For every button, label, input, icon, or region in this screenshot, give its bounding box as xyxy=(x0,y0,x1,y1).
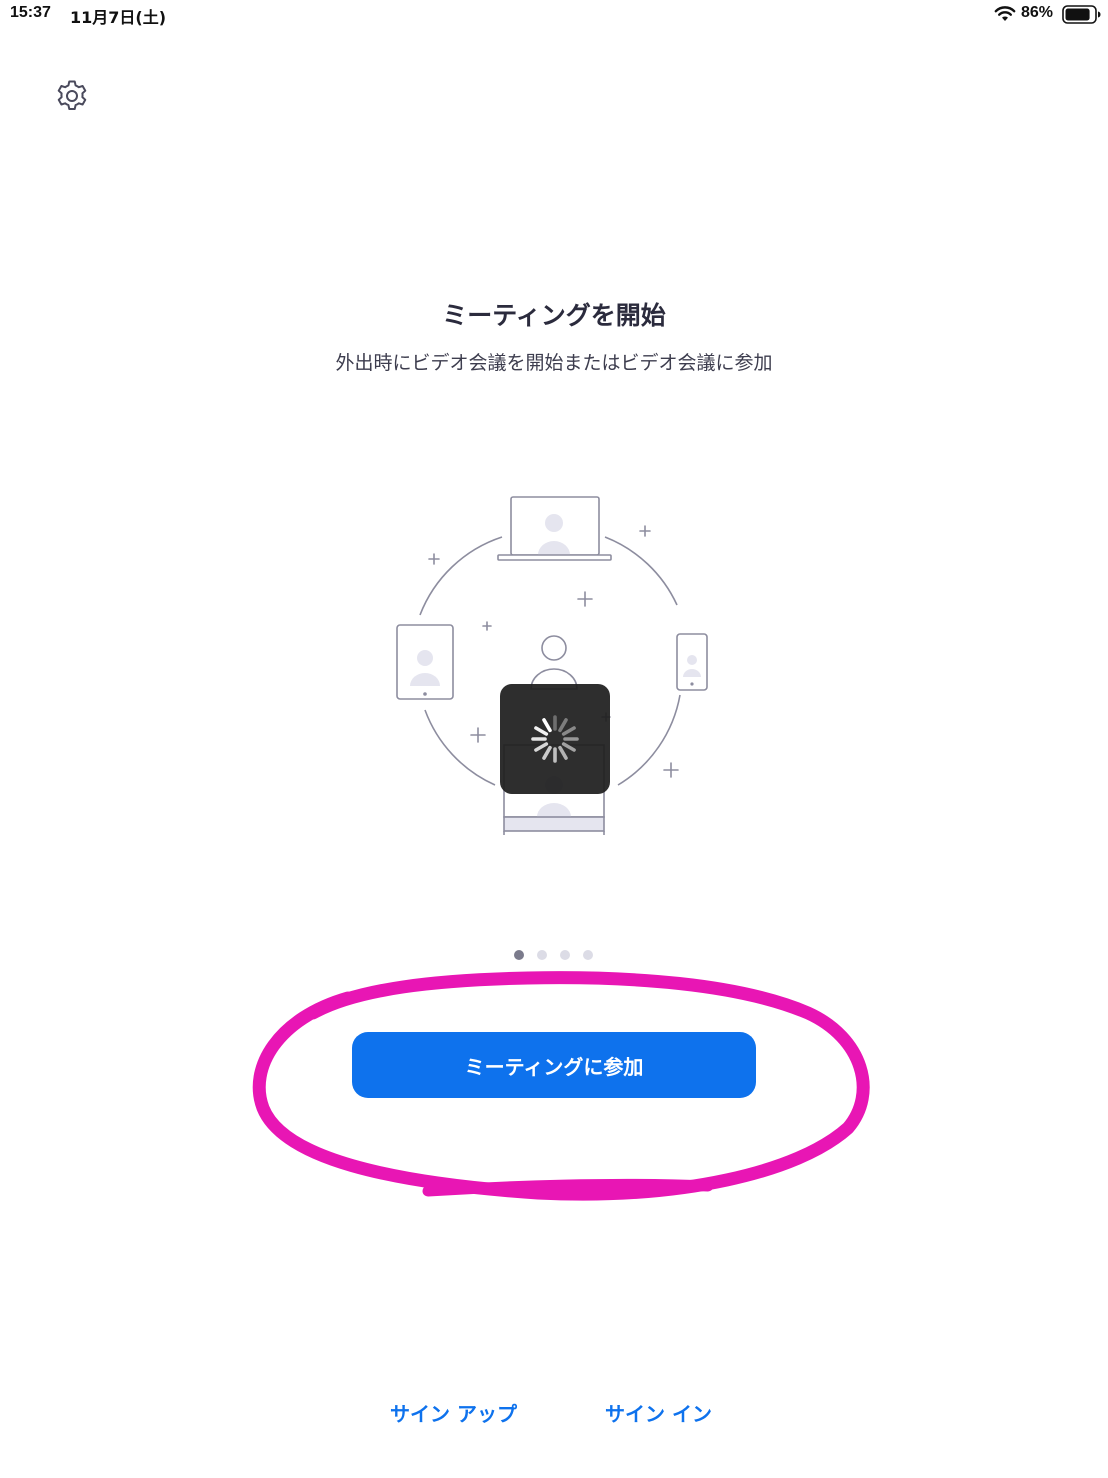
spinner-spoke xyxy=(561,742,576,752)
laptop-icon xyxy=(497,496,612,561)
phone-icon xyxy=(676,633,708,691)
spinner-spoke xyxy=(561,726,576,736)
spinner-spoke xyxy=(558,718,568,733)
person-icon xyxy=(530,635,578,690)
spinner-spoke xyxy=(534,742,549,752)
gear-icon xyxy=(57,80,87,110)
spinner-spoke xyxy=(558,745,568,760)
spinner-icon xyxy=(531,715,579,763)
loading-overlay xyxy=(500,684,610,794)
sign-in-link[interactable]: サイン イン xyxy=(605,1398,712,1427)
spinner-spoke xyxy=(542,745,552,760)
settings-button[interactable] xyxy=(52,76,92,116)
wifi-icon xyxy=(994,6,1016,21)
join-meeting-button[interactable]: ミーティングに参加 xyxy=(352,1032,756,1098)
spinner-spoke xyxy=(542,718,552,733)
sign-up-link[interactable]: サイン アップ xyxy=(390,1398,517,1427)
battery-percentage: 86% xyxy=(1021,4,1054,21)
tablet-icon xyxy=(396,624,454,700)
spinner-spoke xyxy=(534,726,549,736)
page-dot[interactable] xyxy=(559,950,570,960)
page-dot[interactable] xyxy=(513,950,524,960)
page-dot[interactable] xyxy=(582,950,593,960)
page-indicator[interactable] xyxy=(0,950,1107,960)
page-dot[interactable] xyxy=(536,950,547,960)
battery-icon xyxy=(1062,5,1101,24)
page-title: ミーティングを開始 xyxy=(442,301,666,330)
page-subtitle: 外出時にビデオ会議を開始またはビデオ会議に参加 xyxy=(335,352,773,374)
status-time: 15:37 xyxy=(10,4,51,21)
status-date: 11月7日(土) xyxy=(70,8,167,27)
